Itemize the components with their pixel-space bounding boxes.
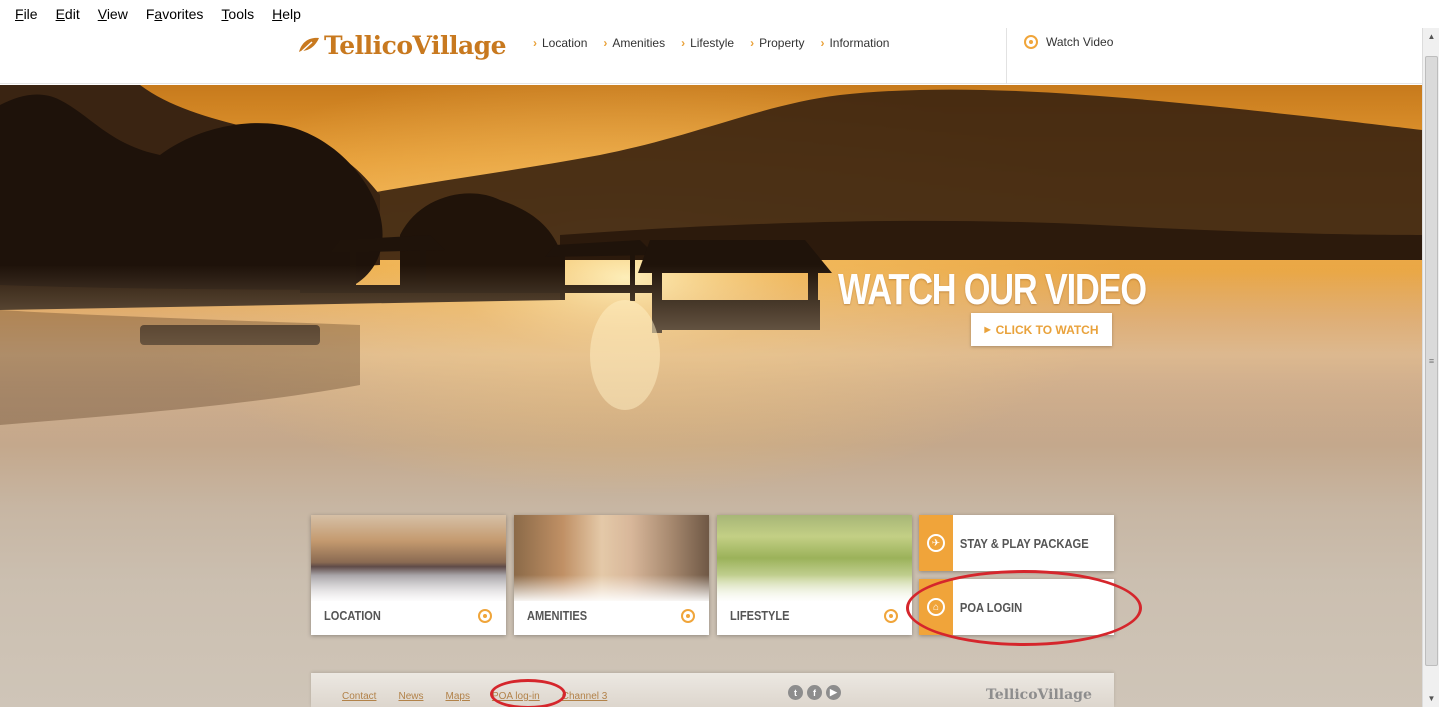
menu-view[interactable]: View: [89, 6, 137, 22]
play-ring-icon: [1024, 35, 1038, 49]
amenities-photo: [514, 515, 709, 615]
menu-bar: File Edit View Favorites Tools Help: [0, 0, 1455, 28]
footer-link-channel-3[interactable]: Channel 3: [562, 691, 608, 702]
twitter-icon[interactable]: t: [788, 685, 803, 700]
cta-label: POA LOGIN: [959, 599, 1023, 615]
logo-text: TellicoVillage: [324, 30, 507, 60]
watch-video-link[interactable]: Watch Video: [1024, 35, 1113, 49]
menu-file[interactable]: File: [6, 6, 47, 22]
header-divider: [1006, 28, 1007, 84]
menu-favorites[interactable]: Favorites: [137, 6, 213, 22]
location-photo: [311, 515, 506, 615]
footer-link-contact[interactable]: Contact: [342, 691, 376, 702]
nav-lifestyle[interactable]: › Lifestyle: [681, 36, 734, 50]
lake-sunset-scene: [0, 85, 1422, 707]
footer-links: Contact News Maps POA log-in Channel 3: [342, 691, 607, 702]
chevron-right-icon: ›: [820, 36, 825, 50]
nav-label: Location: [542, 36, 588, 50]
hero-headline: WATCH OUR VIDEO: [838, 265, 1147, 314]
vertical-scrollbar[interactable]: ▲ ≡ ▼: [1422, 28, 1439, 707]
footer-link-poa-login[interactable]: POA log-in: [492, 691, 540, 702]
scroll-thumb[interactable]: ≡: [1425, 56, 1438, 666]
tile-amenities[interactable]: AMENITIES: [514, 515, 709, 635]
footer-link-news[interactable]: News: [398, 691, 423, 702]
menu-tools[interactable]: Tools: [212, 6, 263, 22]
menu-edit[interactable]: Edit: [47, 6, 89, 22]
social-links: t f ▶: [788, 685, 841, 700]
facebook-icon[interactable]: f: [807, 685, 822, 700]
footer-logo[interactable]: TellicoVillage: [986, 687, 1092, 703]
nav-label: Amenities: [612, 36, 666, 50]
menu-help[interactable]: Help: [263, 6, 310, 22]
nav-label: Property: [759, 36, 805, 50]
arrow-ring-icon: [681, 609, 695, 623]
hero-banner: WATCH OUR VIDEO ▶ CLICK TO WATCH LOCATIO…: [0, 85, 1422, 707]
chevron-right-icon: ›: [681, 36, 686, 50]
arrow-ring-icon: [478, 609, 492, 623]
leaf-logo-icon: [299, 37, 319, 54]
cta-orange-tab: ⌂: [919, 579, 953, 635]
nav-property[interactable]: › Property: [750, 36, 804, 50]
watch-video-label: Watch Video: [1046, 35, 1114, 49]
nav-amenities[interactable]: › Amenities: [603, 36, 665, 50]
scroll-up-icon[interactable]: ▲: [1423, 28, 1440, 45]
main-nav: › Location › Amenities › Lifestyle › Propert…: [533, 36, 889, 50]
tile-label: LOCATION: [324, 608, 381, 623]
nav-label: Lifestyle: [690, 36, 735, 50]
nav-information[interactable]: › Information: [820, 36, 889, 50]
tile-label: LIFESTYLE: [730, 608, 790, 623]
cta-label: STAY & PLAY PACKAGE: [959, 535, 1089, 551]
plane-icon: ✈: [927, 534, 945, 552]
chevron-right-icon: ›: [603, 36, 608, 50]
lifestyle-photo: [717, 515, 912, 615]
chevron-right-icon: ›: [533, 36, 537, 50]
tile-location[interactable]: LOCATION: [311, 515, 506, 635]
play-triangle-icon: ▶: [984, 325, 991, 334]
tile-lifestyle[interactable]: LIFESTYLE: [717, 515, 912, 635]
click-to-watch-label: CLICK TO WATCH: [995, 322, 1099, 337]
nav-location[interactable]: › Location: [533, 36, 587, 50]
youtube-icon[interactable]: ▶: [826, 685, 841, 700]
grip-icon: ≡: [1428, 355, 1435, 366]
chevron-right-icon: ›: [750, 36, 755, 50]
home-icon: ⌂: [927, 598, 945, 616]
poa-login-button[interactable]: ⌂ POA LOGIN: [919, 579, 1114, 635]
scroll-down-icon[interactable]: ▼: [1423, 690, 1440, 707]
click-to-watch-button[interactable]: ▶ CLICK TO WATCH: [971, 313, 1112, 346]
footer-link-maps[interactable]: Maps: [445, 691, 469, 702]
footer-bar: Contact News Maps POA log-in Channel 3 t…: [311, 673, 1114, 707]
site-header: TellicoVillage › Location › Amenities › Lif…: [0, 28, 1422, 84]
site-logo[interactable]: TellicoVillage: [298, 30, 507, 60]
nav-label: Information: [829, 36, 890, 50]
window-edge: [1439, 28, 1455, 707]
cta-orange-tab: ✈: [919, 515, 953, 571]
arrow-ring-icon: [884, 609, 898, 623]
tile-label: AMENITIES: [527, 608, 588, 623]
stay-play-package-button[interactable]: ✈ STAY & PLAY PACKAGE: [919, 515, 1114, 571]
